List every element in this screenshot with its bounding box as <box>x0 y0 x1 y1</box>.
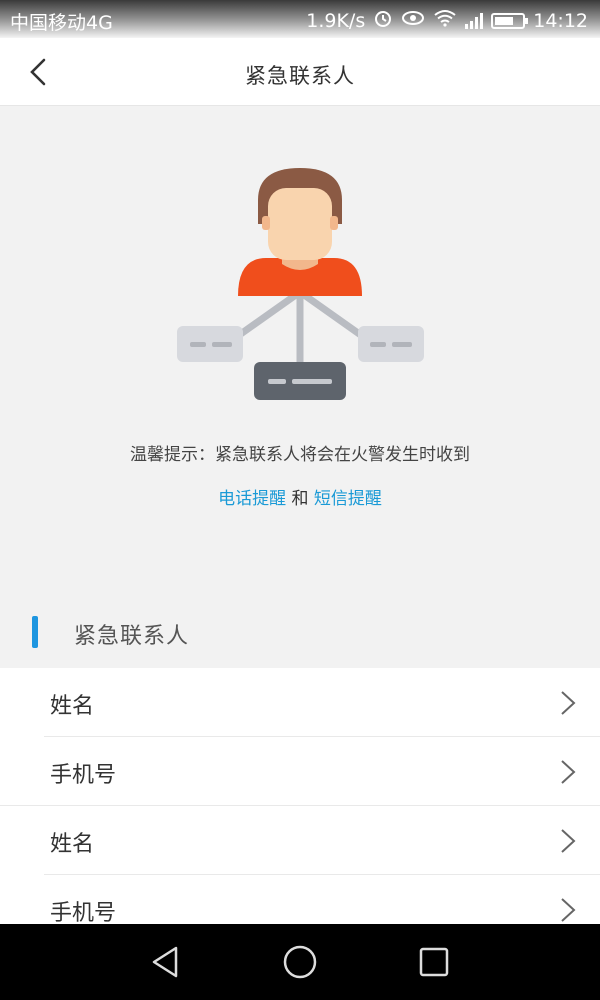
circle-home-icon <box>283 945 317 979</box>
name-label: 姓名 <box>50 694 95 719</box>
contact-list: 姓名 手机号 姓名 手机号 <box>0 668 600 944</box>
phone-label: 手机号 <box>50 763 117 788</box>
wifi-icon <box>433 9 457 32</box>
system-recents-button[interactable] <box>414 942 454 982</box>
clock: 14:12 <box>533 9 588 32</box>
chevron-right-icon <box>561 691 576 715</box>
contact-network-illustration <box>170 160 430 410</box>
battery-icon <box>491 12 529 29</box>
contact-name-row[interactable]: 姓名 <box>44 806 600 875</box>
nav-bar: 紧急联系人 <box>0 38 600 106</box>
carrier-label: 中国移动4G <box>10 12 113 34</box>
sms-reminder-text: 短信提醒 <box>313 489 382 509</box>
phone-label: 手机号 <box>50 901 117 926</box>
and-text: 和 <box>291 489 309 509</box>
triangle-back-icon <box>152 946 178 978</box>
square-recents-icon <box>419 947 449 977</box>
signal-icon <box>465 12 484 29</box>
chevron-right-icon <box>561 898 576 922</box>
tip-reminders: 电话提醒 和 短信提醒 <box>0 484 600 509</box>
section-accent-bar <box>32 616 38 648</box>
chevron-right-icon <box>561 760 576 784</box>
network-speed: 1.9K/s <box>306 9 366 32</box>
contact-phone-row[interactable]: 手机号 <box>0 737 600 806</box>
status-bar: 中国移动4G 1.9K/s 14:12 <box>0 0 600 38</box>
system-home-button[interactable] <box>280 942 320 982</box>
section-title: 紧急联系人 <box>74 624 190 649</box>
system-back-button[interactable] <box>146 942 186 982</box>
person-network-icon <box>177 168 424 400</box>
name-label: 姓名 <box>50 832 95 857</box>
status-icons: 1.9K/s 14:12 <box>306 8 588 33</box>
page-title: 紧急联系人 <box>245 64 355 88</box>
eye-icon <box>401 9 425 32</box>
section-header: 紧急联系人 <box>0 612 600 652</box>
tip-text: 温馨提示：紧急联系人将会在火警发生时收到 <box>130 445 470 465</box>
alarm-icon <box>373 8 393 33</box>
phone-reminder-text: 电话提醒 <box>218 489 287 509</box>
chevron-right-icon <box>561 829 576 853</box>
system-navigation-bar <box>0 924 600 1000</box>
contact-name-row[interactable]: 姓名 <box>44 668 600 737</box>
